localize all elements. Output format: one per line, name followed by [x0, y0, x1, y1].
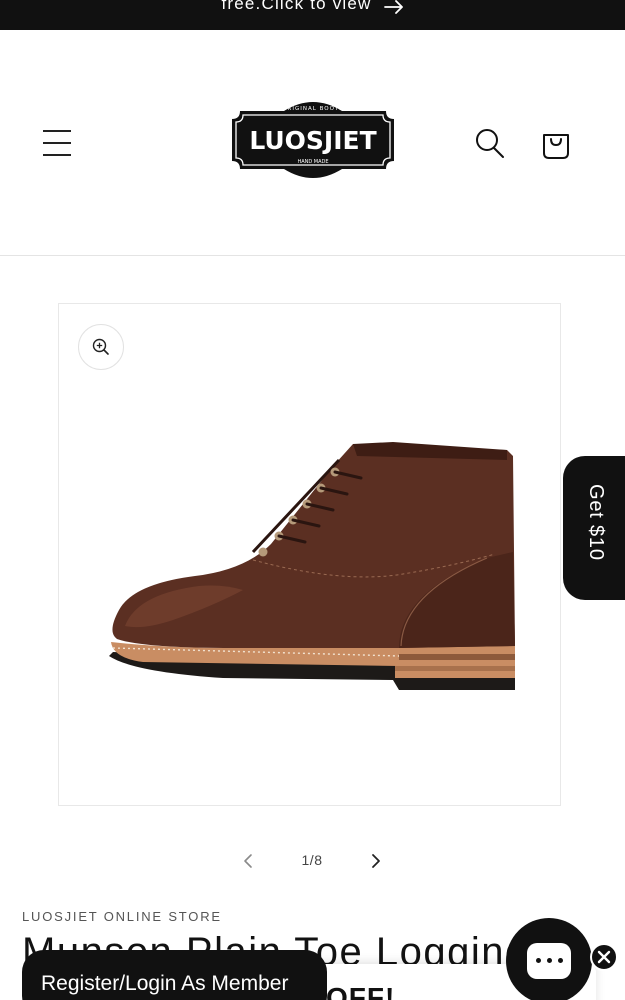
get-10-label: Get $10 — [585, 484, 607, 561]
menu-button[interactable] — [40, 126, 76, 160]
chat-button[interactable] — [506, 918, 592, 1000]
zoom-in-icon — [92, 338, 109, 355]
close-chat-button[interactable] — [590, 943, 618, 971]
svg-text:ORIGINAL BOOTS: ORIGINAL BOOTS — [282, 106, 344, 112]
slide-counter: 1/8 — [301, 852, 323, 868]
shopping-bag-icon — [543, 134, 569, 159]
chevron-right-icon[interactable] — [364, 849, 388, 873]
announcement-bar[interactable]: free.Click to view — [0, 0, 625, 30]
svg-text:HAND MADE: HAND MADE — [297, 159, 328, 165]
chevron-left-icon[interactable] — [236, 849, 260, 873]
product-image-gallery[interactable] — [58, 303, 561, 806]
site-header: ORIGINAL BOOTS LUOSJIET HAND MADE — [0, 30, 625, 256]
chat-bubble-icon — [527, 943, 571, 979]
gallery-slider-nav: 1/8 — [0, 845, 625, 877]
get-10-side-tab[interactable]: Get $10 — [563, 456, 625, 600]
search-button[interactable] — [472, 126, 508, 162]
close-icon — [597, 950, 611, 964]
cart-button[interactable] — [538, 126, 574, 162]
zoom-button[interactable] — [78, 324, 124, 370]
register-login-label: Register/Login As Member — [41, 972, 289, 995]
brand-logo[interactable]: ORIGINAL BOOTS LUOSJIET HAND MADE — [226, 97, 400, 183]
announcement-text[interactable]: free.Click to view — [221, 0, 371, 14]
register-login-button[interactable]: Register/Login As Member — [22, 950, 327, 1000]
discount-off-label: OFF! — [326, 982, 396, 1000]
arrow-right-icon — [383, 0, 403, 14]
svg-text:LUOSJIET: LUOSJIET — [249, 126, 376, 155]
product-image[interactable] — [103, 434, 523, 694]
product-vendor: LUOSJIET ONLINE STORE — [22, 909, 222, 924]
search-icon — [476, 129, 504, 158]
